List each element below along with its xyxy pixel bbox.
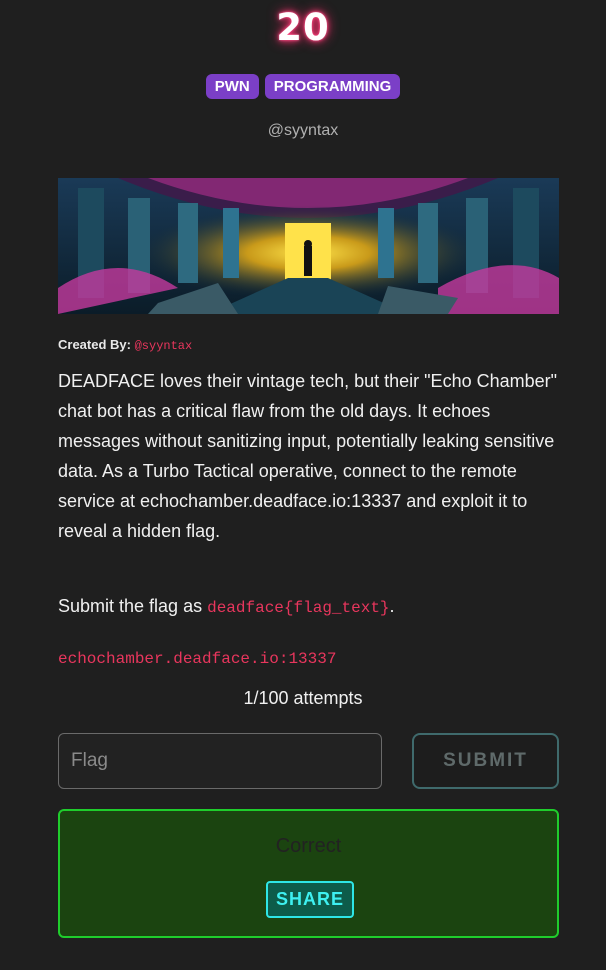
flag-format-instruction: Submit the flag as deadface{flag_text}.	[58, 596, 395, 617]
created-by: Created By: @syyntax	[58, 337, 192, 353]
flag-format-suffix: .	[389, 596, 395, 616]
challenge-banner-image	[58, 178, 559, 314]
created-by-handle: @syyntax	[134, 339, 193, 353]
tag-pwn: PWN	[205, 74, 259, 99]
flag-input[interactable]	[58, 733, 382, 789]
service-address: echochamber.deadface.io:13337	[58, 650, 337, 668]
attempts-counter: 1/100 attempts	[243, 688, 363, 708]
tag-programming: PROGRAMMING	[264, 74, 401, 99]
tag-list: PWN PROGRAMMING	[0, 74, 606, 99]
challenge-points: 20	[276, 6, 330, 49]
challenge-description: DEADFACE loves their vintage tech, but t…	[58, 371, 558, 541]
flag-format-code: deadface{flag_text}	[207, 599, 390, 617]
author-handle: @syyntax	[267, 122, 339, 139]
result-panel: Correct SHARE	[58, 809, 559, 938]
flag-format-prefix: Submit the flag as	[58, 596, 208, 616]
submit-button[interactable]: SUBMIT	[412, 733, 559, 789]
share-button[interactable]: SHARE	[266, 881, 354, 918]
created-by-label: Created By:	[58, 337, 131, 352]
result-message: Correct	[275, 835, 342, 857]
